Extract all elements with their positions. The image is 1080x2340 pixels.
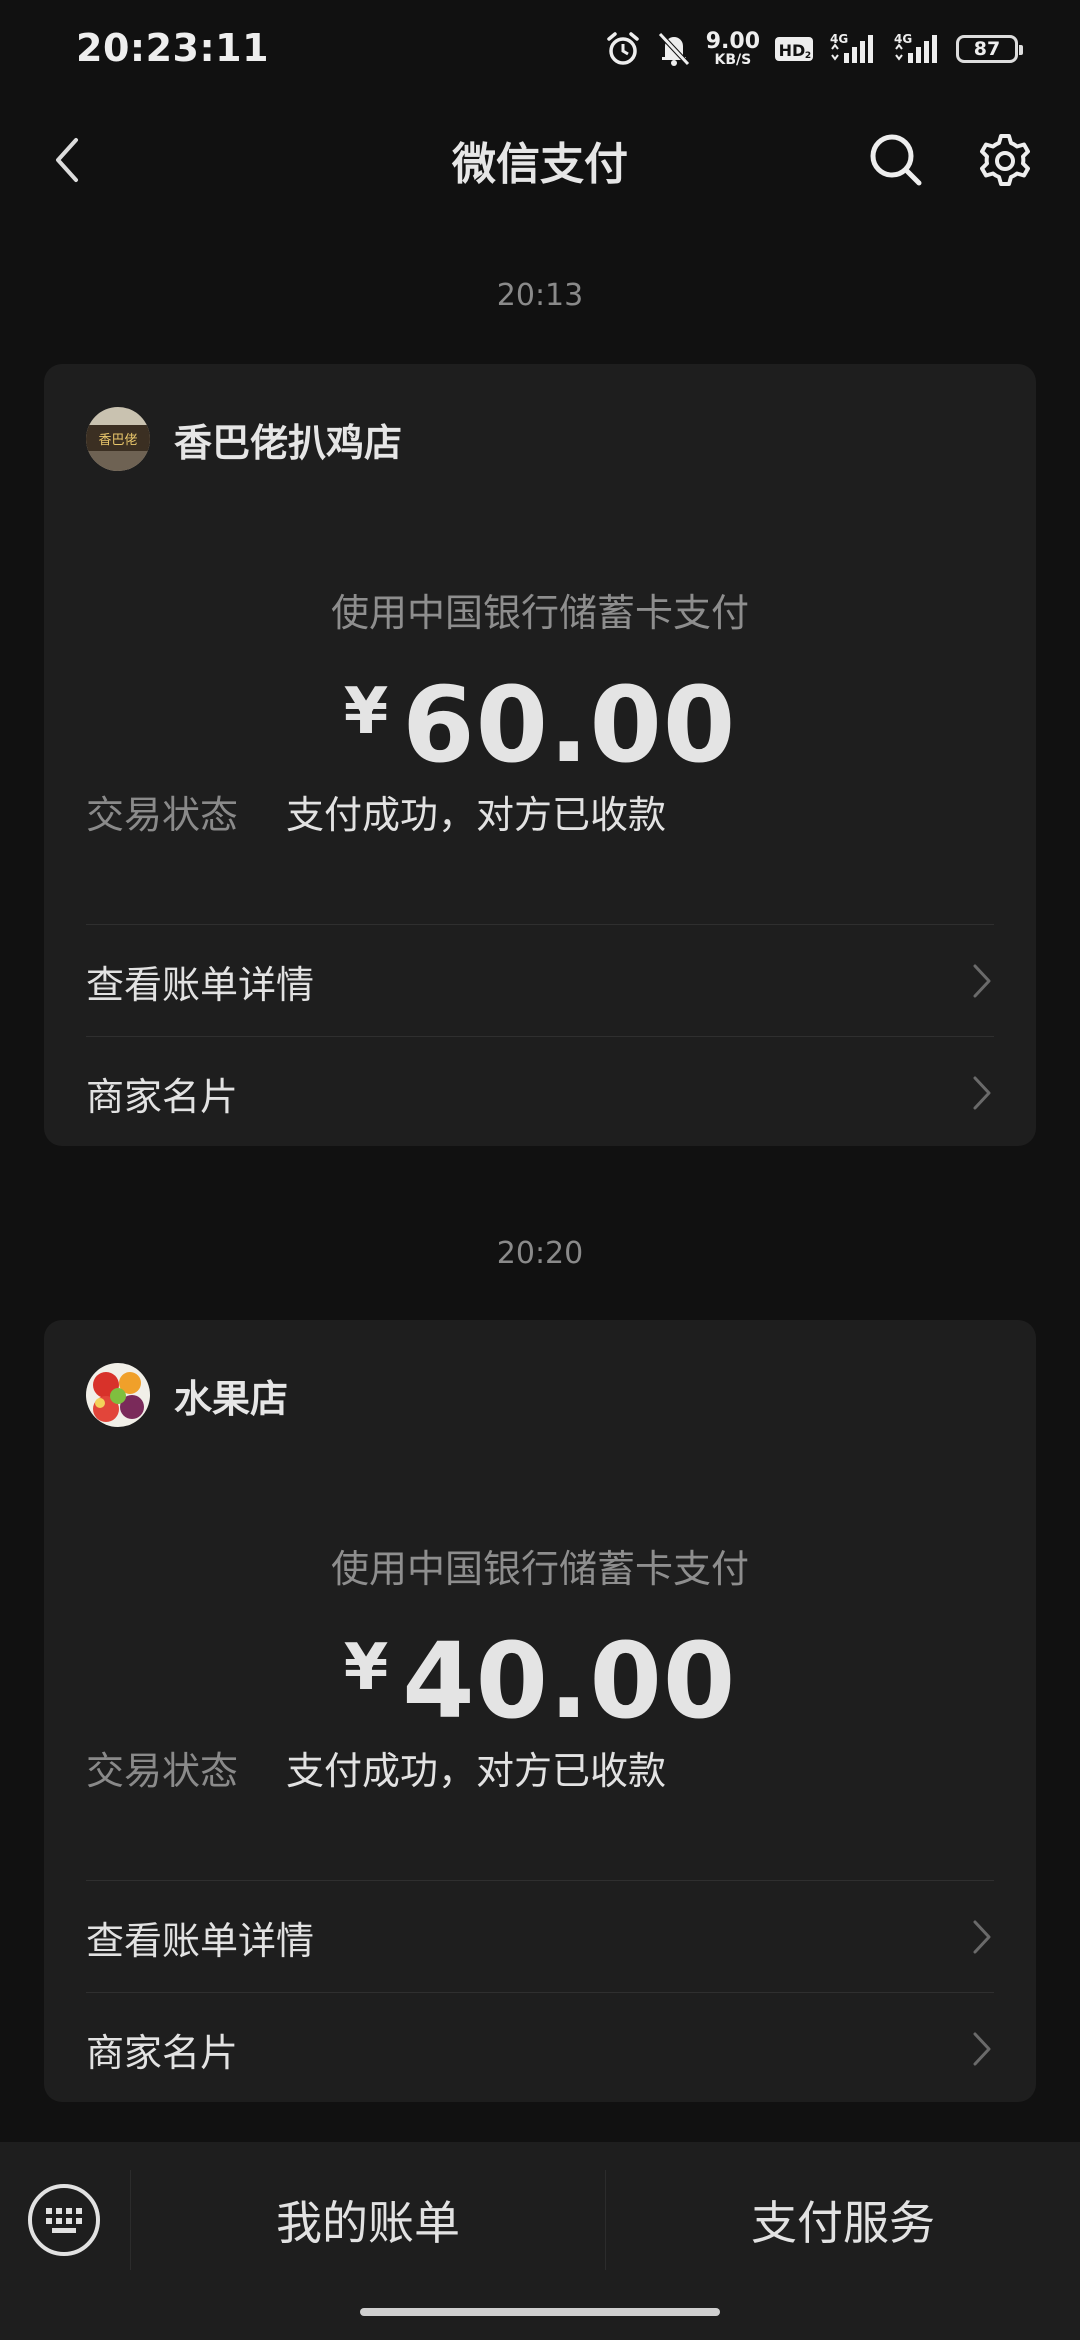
payment-card: 香巴佬 香巴佬扒鸡店 使用中国银行储蓄卡支付 ¥60.00 交易状态 支付成功，对… [44, 364, 1036, 1146]
message-time: 20:20 [496, 1236, 584, 1271]
payment-amount: ¥40.00 [44, 1620, 1036, 1742]
merchant-card-link[interactable]: 商家名片 [86, 1994, 994, 2104]
status-bar: 20:23:11 9.00 KB/S HD 2 4G 4G 87 [0, 0, 1080, 100]
svg-text:4G: 4G [894, 32, 912, 46]
currency-symbol: ¥ [343, 1631, 389, 1705]
status-label: 交易状态 [86, 1749, 239, 1793]
payment-services-menu-button[interactable]: 支付服务 [606, 2172, 1080, 2268]
view-bill-details-link[interactable]: 查看账单详情 [86, 1882, 994, 1992]
alarm-icon [604, 30, 642, 68]
status-value: 支付成功，对方已收款 [286, 793, 667, 837]
status-value: 支付成功，对方已收款 [286, 1749, 667, 1793]
chevron-right-icon [973, 1076, 991, 1110]
gear-icon [980, 134, 1030, 186]
search-icon [870, 134, 922, 186]
chevron-right-icon [973, 1920, 991, 1954]
net-speed: 9.00 KB/S [705, 29, 760, 68]
chevron-right-icon [973, 2032, 991, 2066]
payment-method: 使用中国银行储蓄卡支付 [330, 591, 749, 635]
wechat-pay-screen: 20:23:11 9.00 KB/S HD 2 4G 4G 87 微信支付 20… [0, 0, 1080, 2340]
merchant-avatar: 香巴佬 [86, 407, 150, 471]
my-bills-menu-button[interactable]: 我的账单 [131, 2172, 605, 2268]
svg-text:2: 2 [805, 51, 811, 61]
status-time: 20:23:11 [76, 26, 270, 70]
divider [86, 924, 994, 925]
settings-button[interactable] [974, 130, 1036, 192]
battery-icon: 87 [956, 35, 1023, 63]
amount-value: 60.00 [402, 664, 737, 786]
merchant-card-link[interactable]: 商家名片 [86, 1038, 994, 1148]
status-label: 交易状态 [86, 793, 239, 837]
divider [86, 1992, 994, 1993]
signal-4g-icon: 4G [892, 31, 942, 67]
signal-4g-icon: 4G [828, 31, 878, 67]
mute-icon [656, 30, 692, 68]
view-bill-details-label: 查看账单详情 [86, 962, 315, 1007]
net-speed-value: 9.00 [705, 29, 760, 54]
merchant-row[interactable]: 水果店 [86, 1362, 288, 1428]
svg-text:HD: HD [779, 41, 806, 60]
currency-symbol: ¥ [343, 675, 389, 749]
status-icons: 9.00 KB/S HD 2 4G 4G 87 [604, 26, 1023, 72]
keyboard-icon [28, 2184, 100, 2256]
transaction-status: 交易状态 支付成功，对方已收款 [86, 1740, 666, 1795]
merchant-avatar-text: 香巴佬 [98, 433, 137, 448]
merchant-name: 香巴佬扒鸡店 [174, 420, 403, 465]
divider [86, 1036, 994, 1037]
merchant-row[interactable]: 香巴佬 香巴佬扒鸡店 [86, 406, 402, 472]
chevron-right-icon [973, 964, 991, 998]
payment-card: 水果店 使用中国银行储蓄卡支付 ¥40.00 交易状态 支付成功，对方已收款 查看… [44, 1320, 1036, 2102]
home-indicator[interactable] [360, 2308, 720, 2316]
message-time: 20:13 [496, 278, 584, 313]
svg-text:4G: 4G [830, 32, 848, 46]
merchant-card-label: 商家名片 [86, 1074, 239, 1119]
hd-icon: HD 2 [774, 34, 814, 64]
payment-amount: ¥60.00 [44, 664, 1036, 786]
payment-method: 使用中国银行储蓄卡支付 [330, 1547, 749, 1591]
view-bill-details-link[interactable]: 查看账单详情 [86, 926, 994, 1036]
net-speed-unit: KB/S [714, 52, 752, 68]
view-bill-details-label: 查看账单详情 [86, 1918, 315, 1963]
merchant-name: 水果店 [174, 1376, 289, 1421]
search-button[interactable] [866, 130, 926, 190]
merchant-avatar [86, 1363, 150, 1427]
amount-value: 40.00 [402, 1620, 737, 1742]
keyboard-toggle-button[interactable] [24, 2180, 104, 2260]
nav-bar: 微信支付 [0, 100, 1080, 220]
divider [86, 1880, 994, 1881]
merchant-card-label: 商家名片 [86, 2030, 239, 2075]
transaction-status: 交易状态 支付成功，对方已收款 [86, 784, 666, 839]
